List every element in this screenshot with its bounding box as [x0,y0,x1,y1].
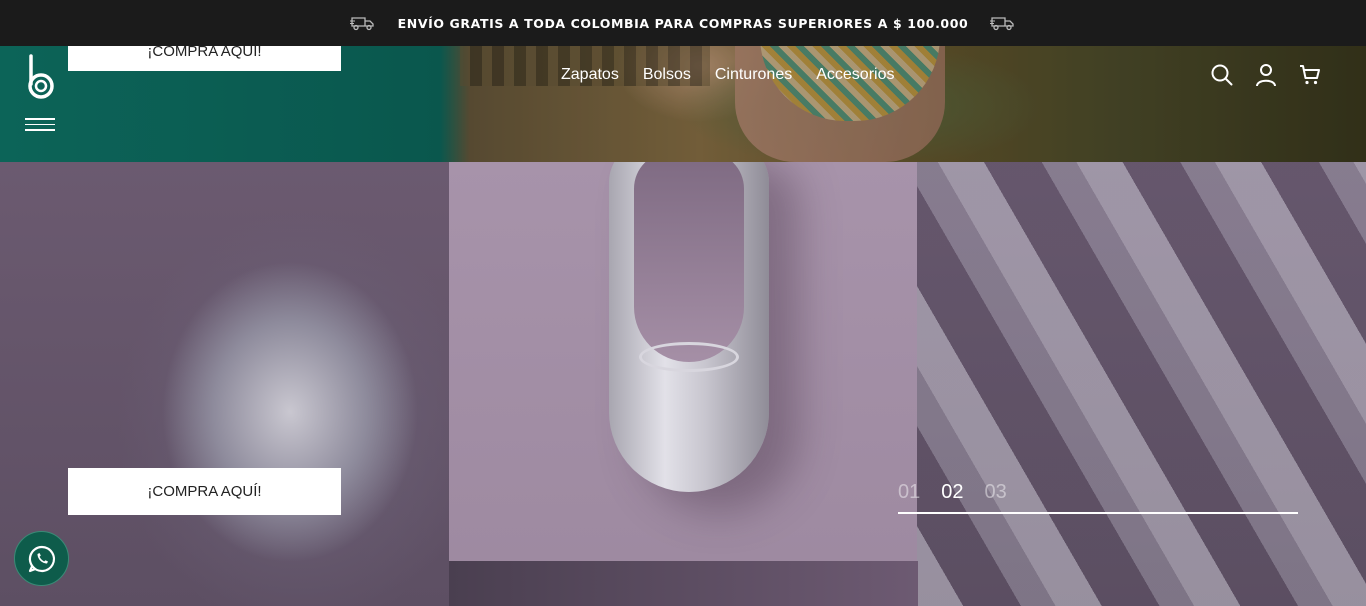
slider-pagination: 01 02 03 [898,481,1007,504]
announcement-bar: ENVÍO GRATIS A TODA COLOMBIA PARA COMPRA… [0,0,1366,46]
slide-indicator-2[interactable]: 02 [941,481,963,504]
whatsapp-button[interactable] [14,531,69,586]
nav-item-zapatos[interactable]: Zapatos [561,66,619,84]
shop-now-button[interactable]: ¡COMPRA AQUÍ! [68,468,341,515]
hero-image-left [0,162,450,606]
slider-progress-bar [898,512,1298,514]
truck-icon [990,17,1014,31]
truck-icon [349,17,374,31]
slide-indicator-3[interactable]: 03 [985,481,1007,504]
hamburger-icon[interactable] [25,118,55,134]
hero-slide-image [0,162,1366,606]
nav-item-cinturones[interactable]: Cinturones [715,66,792,84]
whatsapp-icon [28,545,55,572]
search-icon[interactable] [1210,62,1234,88]
slide-indicator-1[interactable]: 01 [898,481,920,504]
nav-item-bolsos[interactable]: Bolsos [643,66,691,84]
user-icon[interactable] [1254,62,1278,88]
nav-item-accesorios[interactable]: Accesorios [816,66,894,84]
main-nav: Zapatos Bolsos Cinturones Accesorios [561,66,918,84]
announcement-text: ENVÍO GRATIS A TODA COLOMBIA PARA COMPRA… [397,15,969,31]
hero-image-center [449,162,918,561]
hero-image-right [917,162,1366,606]
cart-icon[interactable] [1298,62,1322,88]
header-actions [1210,62,1322,88]
brand-logo[interactable] [24,54,58,100]
